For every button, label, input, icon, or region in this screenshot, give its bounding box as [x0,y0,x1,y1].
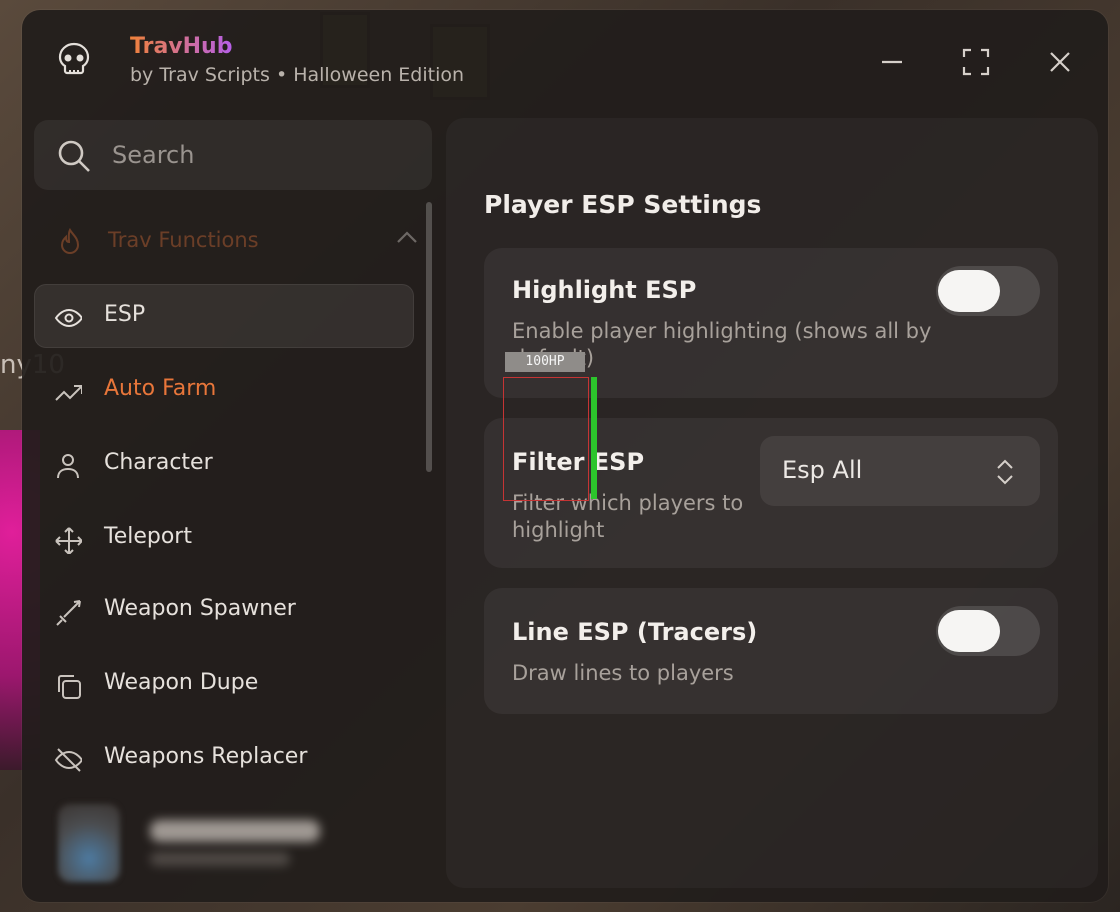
avatar [58,804,120,882]
main-panel: Player ESP Settings Highlight ESP Enable… [446,118,1098,888]
sidebar-item-label: Teleport [104,524,192,549]
chevron-up-down-icon [997,459,1013,485]
chevron-up-icon [397,231,417,243]
toggle-knob [938,610,1000,652]
window-header[interactable]: TravHub by Trav Scripts • Halloween Edit… [22,10,1108,110]
select-value: Esp All [782,456,863,484]
setting-name: Line ESP (Tracers) [512,618,758,646]
maximize-button[interactable] [958,44,994,80]
user-profile[interactable] [52,800,432,890]
redacted-username [150,820,320,842]
sidebar-item-auto-farm[interactable]: Auto Farm [34,358,414,422]
redacted-user-subtext [150,852,290,866]
search-input[interactable] [110,134,414,176]
setting-card-highlight-esp: Highlight ESP Enable player highlighting… [484,248,1058,398]
eye-icon [54,308,82,328]
toggle-knob [938,270,1000,312]
app-subtitle: by Trav Scripts • Halloween Edition [130,64,465,86]
close-button[interactable] [1042,44,1078,80]
sidebar-item-esp[interactable]: ESP [34,284,414,348]
sidebar-item-label: Character [104,450,213,475]
sidebar-item-weapon-dupe[interactable]: Weapon Dupe [34,652,414,716]
sidebar-scrollbar[interactable] [426,202,432,472]
section-label: Trav Functions [108,228,259,252]
move-icon [55,527,82,554]
minimize-icon [882,60,902,64]
app-title: TravHub [130,34,233,59]
sidebar-item-weapons-replacer[interactable]: Weapons Replacer [34,726,414,790]
skull-icon [54,40,94,80]
user-icon [57,454,79,479]
line-esp-toggle[interactable] [936,606,1040,656]
copy-icon [58,675,81,699]
maximize-icon [962,48,990,76]
sidebar-item-label: Weapon Spawner [104,596,296,621]
setting-description: Draw lines to players [512,661,734,685]
setting-name: Highlight ESP [512,276,697,304]
minimize-button[interactable] [874,44,910,80]
section-trav-functions[interactable]: Trav Functions [52,226,417,260]
trend-icon [55,385,82,401]
esp-health-bar [591,377,597,499]
search-icon [58,140,90,172]
page-title: Player ESP Settings [484,190,762,219]
sidebar-item-label: Auto Farm [104,376,217,401]
sidebar-item-teleport[interactable]: Teleport [34,506,414,570]
filter-esp-select[interactable]: Esp All [760,436,1040,506]
sidebar-item-label: Weapons Replacer [104,744,308,769]
setting-card-line-esp: Line ESP (Tracers) Draw lines to players [484,588,1058,714]
sidebar-item-label: ESP [104,302,146,327]
close-icon [1050,52,1070,72]
sidebar-item-weapon-spawner[interactable]: Weapon Spawner [34,578,414,642]
highlight-esp-toggle[interactable] [936,266,1040,316]
esp-hp-label: 100HP [505,352,585,372]
eye-off-icon [54,748,82,772]
sidebar-item-character[interactable]: Character [34,432,414,496]
sword-icon [56,600,81,626]
search-box[interactable] [34,120,432,190]
sidebar: Trav Functions ESP Auto Farm Character T… [22,210,442,810]
flame-icon [60,228,80,254]
sidebar-item-label: Weapon Dupe [104,670,259,695]
esp-player-box [503,377,589,501]
